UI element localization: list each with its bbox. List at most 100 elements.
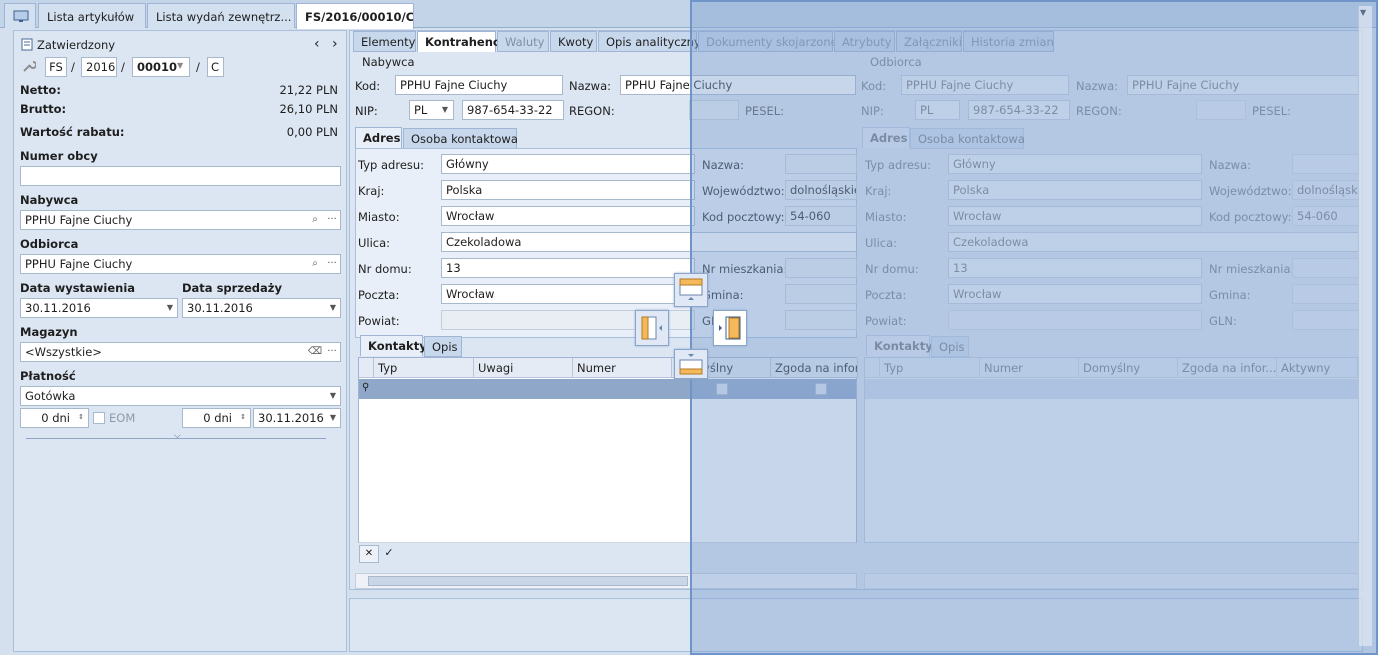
tab-document[interactable]: FS/2016/00010/C✕ [296,3,414,29]
typ-adresu-input[interactable]: Główny [948,154,1202,174]
spin-icon[interactable]: ⇕ [73,409,89,427]
more-icon[interactable]: ··· [324,211,340,229]
series-field[interactable]: FS [45,57,67,77]
expand-chevron-icon[interactable]: ⌵ [174,431,181,441]
gmina-input[interactable] [785,284,857,304]
search-icon[interactable]: ⌕ [307,211,323,229]
tab-opis[interactable]: Opis [931,336,969,357]
nr-mieszkania-input[interactable] [785,258,857,278]
dock-left-button[interactable] [635,310,669,346]
chevron-down-icon[interactable]: ▼ [437,101,453,119]
subtab-adres[interactable]: Adres [355,127,402,148]
typ-adresu-input[interactable]: Główny [441,154,695,174]
kod-input[interactable]: PPHU Fajne Ciuchy [901,75,1069,95]
column-header[interactable]: Numer [980,358,1079,378]
eraser-icon[interactable]: ⌫ [307,343,323,361]
nr-mieszkania-input[interactable] [1292,258,1359,278]
nav-prev-button[interactable]: ‹ [314,36,320,52]
more-icon[interactable]: ··· [324,255,340,273]
chevron-down-icon[interactable]: ▼ [325,299,341,317]
search-icon[interactable]: ⌕ [307,255,323,273]
nip-input[interactable]: 987-654-33-22 [462,100,564,120]
nr-domu-input[interactable]: 13 [441,258,695,278]
kod-pocztowy-input[interactable]: 54-060 [1292,206,1359,226]
filter-row[interactable] [865,379,1358,399]
tab-kontakty[interactable]: Kontakty [360,335,427,356]
odbiorca-input[interactable]: PPHU Fajne Ciuchy [20,254,341,274]
confirm-icon[interactable]: ✓ [380,545,398,563]
tab-historia-zmian[interactable]: Historia zmian [963,31,1054,52]
column-header[interactable]: Typ [374,358,474,378]
filter-row[interactable] [359,379,856,399]
tab-waluty[interactable]: Waluty [497,31,549,52]
eom-checkbox[interactable] [93,412,105,424]
nazwa-input[interactable]: PPHU Fajne Ciuchy [620,75,856,95]
powiat-input[interactable] [948,310,1202,330]
platnosc-select[interactable]: Gotówka [20,386,341,406]
poczta-input[interactable]: Wrocław [441,284,695,304]
kraj-select[interactable]: Polska [948,180,1202,200]
column-header[interactable]: Zgoda na infor... [1178,358,1277,378]
dock-top-button[interactable] [674,273,708,307]
nip-country-select[interactable]: PL [915,100,960,120]
tab-elementy[interactable]: Elementy [353,31,416,52]
vertical-scrollbar[interactable] [1358,6,1372,646]
miasto-input[interactable]: Wrocław [948,206,1202,226]
chevron-down-icon[interactable]: ▼ [177,61,183,70]
column-header[interactable]: Uwagi [474,358,573,378]
chevron-down-icon[interactable]: ▼ [325,387,341,405]
poczta-input[interactable]: Wrocław [948,284,1202,304]
year-field[interactable]: 2016 [81,57,117,77]
nazwa-input[interactable]: PPHU Fajne Ciuchy [1127,75,1359,95]
gln-input[interactable] [1292,310,1359,330]
nazwa2-input[interactable] [785,154,857,174]
delete-icon[interactable]: ✕ [359,545,379,563]
tab-kwoty[interactable]: Kwoty [550,31,597,52]
checkbox[interactable] [716,383,728,395]
data-wystawienia-input[interactable]: 30.11.2016 [20,298,178,318]
column-header[interactable]: Typ [880,358,980,378]
kod-input[interactable]: PPHU Fajne Ciuchy [395,75,563,95]
wojewodztwo-input[interactable]: dolnośląskie [785,180,857,200]
scroll-thumb[interactable] [368,576,688,586]
column-header[interactable]: Aktywny [1277,358,1358,378]
tab-atrybuty[interactable]: Atrybuty [834,31,895,52]
tab-kontakty[interactable]: Kontakty [866,335,933,356]
nazwa2-input[interactable] [1292,154,1359,174]
nip-input[interactable]: 987-654-33-22 [968,100,1070,120]
tab-kontrahenci[interactable]: Kontrahenci [417,31,504,52]
ulica-input[interactable]: Czekoladowa [441,232,857,252]
nabywca-input[interactable]: PPHU Fajne Ciuchy [20,210,341,230]
kraj-select[interactable]: Polska [441,180,695,200]
chevron-down-icon[interactable]: ▼ [162,299,178,317]
subtab-adres[interactable]: Adres [862,127,910,148]
tab-zalaczniki[interactable]: Załączniki [896,31,962,52]
more-icon[interactable]: ··· [324,343,340,361]
subtab-osoba-kontaktowa[interactable]: Osoba kontaktowa [910,128,1025,149]
spin-icon[interactable]: ⇕ [235,409,251,427]
regon-input[interactable] [689,100,739,120]
chevron-down-icon[interactable]: ▼ [325,409,341,427]
column-header[interactable]: Domyślny [1079,358,1178,378]
numer-obcy-input[interactable] [20,166,341,186]
kod-pocztowy-input[interactable]: 54-060 [785,206,857,226]
tab-dokumenty-skojarzone[interactable]: Dokumenty skojarzone [698,31,838,52]
regon-input[interactable] [1196,100,1246,120]
data-sprzedazy-input[interactable]: 30.11.2016 [182,298,341,318]
magazyn-input[interactable]: <Wszystkie> [20,342,341,362]
tab-desktop[interactable] [4,3,36,28]
column-header[interactable]: Zgoda na infor... [771,358,858,378]
chevron-down-icon[interactable]: ▼ [1360,8,1366,17]
tab-lista-artykulow[interactable]: Lista artykułów [38,3,146,28]
dock-bottom-button[interactable] [674,349,708,379]
checkbox[interactable] [815,383,827,395]
dock-right-button[interactable] [713,310,747,346]
wojewodztwo-input[interactable]: dolnośląskie [1292,180,1359,200]
gmina-input[interactable] [1292,284,1359,304]
gln-input[interactable] [785,310,857,330]
tab-opis-analityczny[interactable]: Opis analityczny [598,31,701,52]
horizontal-scrollbar[interactable] [864,573,1359,589]
nav-next-button[interactable]: › [332,36,338,52]
ulica-input[interactable]: Czekoladowa [948,232,1359,252]
column-header[interactable]: Numer [573,358,672,378]
